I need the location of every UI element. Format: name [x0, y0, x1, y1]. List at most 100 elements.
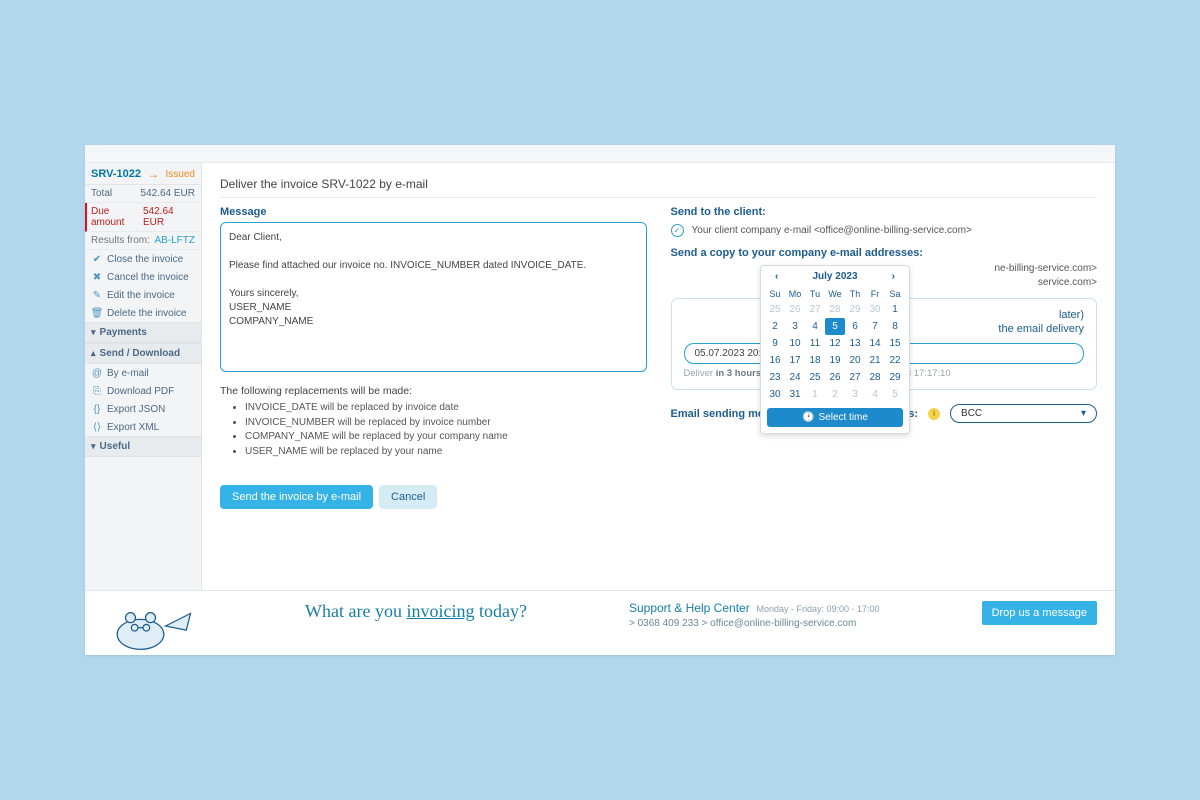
- download-pdf[interactable]: ⎘Download PDF: [85, 382, 201, 400]
- calendar-day[interactable]: 20: [845, 352, 865, 369]
- method-select[interactable]: BCC ▾: [950, 404, 1097, 423]
- calendar-dow: SuMoTuWeThFrSa: [761, 287, 909, 301]
- replacements-title: The following replacements will be made:: [220, 385, 647, 397]
- section-useful[interactable]: ▾Useful: [85, 436, 201, 457]
- calendar-day[interactable]: 28: [865, 369, 885, 386]
- calendar-day[interactable]: 17: [785, 352, 805, 369]
- calendar-day[interactable]: 29: [885, 369, 905, 386]
- calendar-day[interactable]: 6: [845, 318, 865, 335]
- calendar-day[interactable]: 12: [825, 335, 845, 352]
- calendar-day[interactable]: 21: [865, 352, 885, 369]
- action-cancel-invoice[interactable]: ✖Cancel the invoice: [85, 268, 201, 286]
- invoice-status: Issued: [166, 169, 195, 180]
- calendar-next[interactable]: ›: [888, 271, 899, 282]
- action-edit-invoice[interactable]: ✎Edit the invoice: [85, 286, 201, 304]
- action-close-invoice[interactable]: ✔Close the invoice: [85, 250, 201, 268]
- replacements-list: INVOICE_DATE will be replaced by invoice…: [220, 401, 647, 459]
- footer: What are you invoicing today? Support & …: [85, 590, 1115, 655]
- calendar-day[interactable]: 5: [885, 386, 905, 403]
- calendar-day[interactable]: 15: [885, 335, 905, 352]
- send-to-label: Send to the client:: [671, 206, 1098, 218]
- export-json[interactable]: {}Export JSON: [85, 400, 201, 418]
- calendar-day[interactable]: 9: [765, 335, 785, 352]
- sidebar: SRV-1022 → Issued Total 542.64 EUR Due a…: [85, 163, 202, 590]
- calendar-day[interactable]: 13: [845, 335, 865, 352]
- drop-message-button[interactable]: Drop us a message: [982, 601, 1097, 625]
- calendar-day[interactable]: 29: [845, 301, 865, 318]
- calendar-month: July 2023: [812, 271, 857, 282]
- support-hours: Monday - Friday: 09:00 - 17:00: [756, 604, 879, 614]
- calendar-day[interactable]: 26: [825, 369, 845, 386]
- calendar-day[interactable]: 16: [765, 352, 785, 369]
- calendar-day[interactable]: 25: [765, 301, 785, 318]
- calendar-day[interactable]: 1: [805, 386, 825, 403]
- edit-invoice-icon: ✎: [91, 289, 103, 301]
- select-time-button[interactable]: 🕑 Select time: [767, 408, 903, 427]
- calendar-day[interactable]: 3: [785, 318, 805, 335]
- message-label: Message: [220, 206, 647, 218]
- export-xml[interactable]: ⟨⟩Export XML: [85, 418, 201, 436]
- message-textarea[interactable]: [220, 222, 647, 372]
- row-total: Total 542.64 EUR: [85, 185, 201, 203]
- section-payments[interactable]: ▾Payments: [85, 322, 201, 343]
- calendar-day[interactable]: 3: [845, 386, 865, 403]
- send-by-email[interactable]: @By e-mail: [85, 364, 201, 382]
- calendar-day[interactable]: 26: [785, 301, 805, 318]
- calendar-day[interactable]: 1: [885, 301, 905, 318]
- copies-label: Send a copy to your company e-mail addre…: [671, 247, 1098, 259]
- pdf-icon: ⎘: [91, 385, 103, 397]
- calendar-day[interactable]: 11: [805, 335, 825, 352]
- bear-illustration: [103, 601, 203, 651]
- calendar-day[interactable]: 7: [865, 318, 885, 335]
- calendar-day[interactable]: 2: [765, 318, 785, 335]
- calendar-day[interactable]: 27: [845, 369, 865, 386]
- page-title: Deliver the invoice SRV-1022 by e-mail: [220, 177, 1097, 198]
- clock-icon: 🕑: [802, 412, 814, 423]
- sidebar-header: SRV-1022 → Issued: [85, 163, 201, 185]
- tagline: What are you invoicing today?: [305, 601, 527, 622]
- cancel-button[interactable]: Cancel: [379, 485, 437, 509]
- calendar-day[interactable]: 28: [825, 301, 845, 318]
- xml-icon: ⟨⟩: [91, 421, 103, 433]
- delete-invoice-icon: 🗑: [91, 307, 103, 319]
- calendar-day[interactable]: 10: [785, 335, 805, 352]
- action-delete-invoice[interactable]: 🗑Delete the invoice: [85, 304, 201, 322]
- chevron-down-icon: ▾: [91, 327, 96, 338]
- calendar-day[interactable]: 31: [785, 386, 805, 403]
- section-send-download[interactable]: ▴Send / Download: [85, 343, 201, 364]
- row-due: Due amount 542.64 EUR: [85, 203, 201, 232]
- json-icon: {}: [91, 403, 103, 415]
- invoice-id: SRV-1022: [91, 168, 141, 180]
- chevron-down-icon: ▾: [1081, 408, 1086, 419]
- info-icon[interactable]: i: [928, 408, 940, 420]
- support-phone[interactable]: 0368 409 233: [638, 618, 699, 629]
- replacement-item: USER_NAME will be replaced by your name: [245, 445, 647, 460]
- help-center-link[interactable]: Support & Help Center: [629, 601, 750, 615]
- content: Deliver the invoice SRV-1022 by e-mail M…: [202, 163, 1115, 590]
- calendar-day[interactable]: 5: [825, 318, 845, 335]
- check-circle-icon: ✓: [671, 224, 684, 237]
- calendar-day[interactable]: 24: [785, 369, 805, 386]
- calendar-day[interactable]: 18: [805, 352, 825, 369]
- date-picker: ‹ July 2023 › SuMoTuWeThFrSa 25262728293…: [760, 265, 910, 434]
- replacement-item: INVOICE_NUMBER will be replaced by invoi…: [245, 416, 647, 431]
- send-invoice-button[interactable]: Send the invoice by e-mail: [220, 485, 373, 509]
- replacement-item: INVOICE_DATE will be replaced by invoice…: [245, 401, 647, 416]
- calendar-day[interactable]: 30: [765, 386, 785, 403]
- calendar-prev[interactable]: ‹: [771, 271, 782, 282]
- calendar-day[interactable]: 2: [825, 386, 845, 403]
- calendar-day[interactable]: 23: [765, 369, 785, 386]
- calendar-day[interactable]: 22: [885, 352, 905, 369]
- calendar-day[interactable]: 8: [885, 318, 905, 335]
- calendar-day[interactable]: 4: [865, 386, 885, 403]
- chevron-up-icon: ▴: [91, 348, 96, 359]
- calendar-day[interactable]: 19: [825, 352, 845, 369]
- calendar-day[interactable]: 25: [805, 369, 825, 386]
- calendar-day[interactable]: 4: [805, 318, 825, 335]
- replacement-item: COMPANY_NAME will be replaced by your co…: [245, 430, 647, 445]
- calendar-day[interactable]: 30: [865, 301, 885, 318]
- calendar-day[interactable]: 27: [805, 301, 825, 318]
- support-email[interactable]: office@online-billing-service.com: [710, 618, 856, 629]
- calendar-day[interactable]: 14: [865, 335, 885, 352]
- send-to-client[interactable]: ✓ Your client company e-mail <office@onl…: [671, 224, 1098, 237]
